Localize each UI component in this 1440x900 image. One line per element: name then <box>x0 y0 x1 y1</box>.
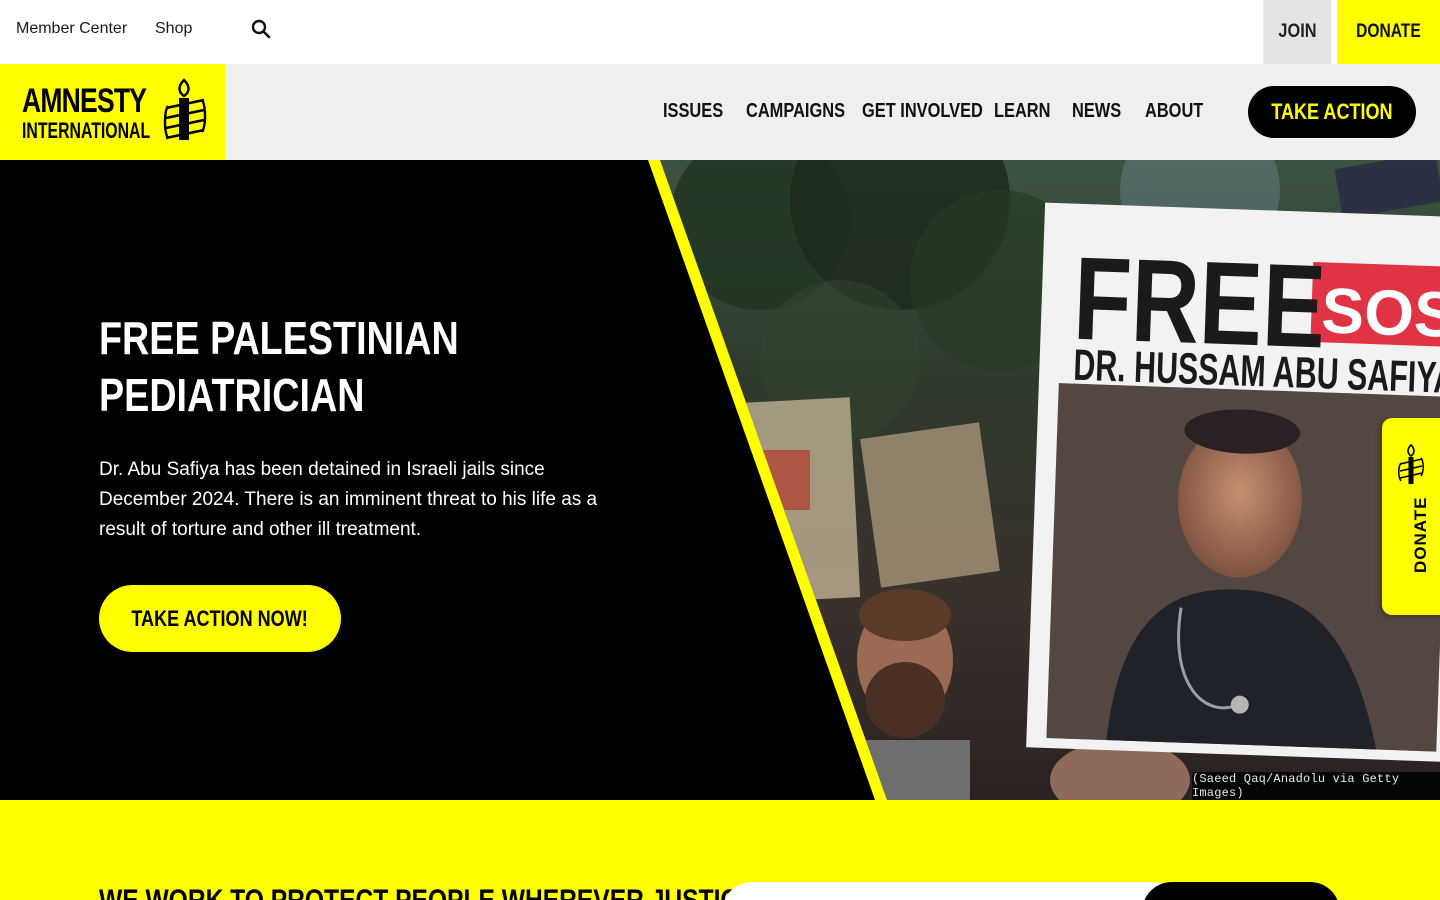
amnesty-logo[interactable]: AMNESTY INTERNATIONAL <box>0 64 225 160</box>
nav-get-involved[interactable]: GET INVOLVED <box>862 100 983 123</box>
photo-credit: (Saeed Qaq/Anadolu via Getty Images) <box>1192 772 1440 800</box>
signup-input[interactable] <box>722 882 1182 900</box>
take-action-now-label: TAKE ACTION NOW! <box>131 605 309 631</box>
floating-donate-tab[interactable]: DONATE <box>1382 418 1440 615</box>
hero-title-line-2: PEDIATRICIAN <box>99 369 365 421</box>
member-center-link[interactable]: Member Center <box>16 20 127 38</box>
nav-news[interactable]: NEWS <box>1072 100 1121 123</box>
hero-section: FREE SOS DR. HUSSAM ABU SAFIYA FREE PALE… <box>0 160 1440 800</box>
mission-heading: WE WORK TO PROTECT PEOPLE WHEREVER JUSTI… <box>99 884 755 900</box>
hero-title: FREE PALESTINIAN PEDIATRICIAN <box>99 310 558 424</box>
join-label: JOIN <box>1278 21 1317 42</box>
main-header: AMNESTY INTERNATIONAL ISSUES CAMPAIGNS G… <box>0 64 1440 160</box>
take-action-label: TAKE ACTION <box>1271 99 1393 124</box>
signup-button[interactable] <box>1142 882 1340 900</box>
nav-campaigns[interactable]: CAMPAIGNS <box>746 100 845 123</box>
mission-band: WE WORK TO PROTECT PEOPLE WHEREVER JUSTI… <box>0 800 1440 900</box>
search-icon[interactable] <box>250 18 272 40</box>
nav-learn[interactable]: LEARN <box>994 100 1050 123</box>
donate-button[interactable]: DONATE <box>1337 0 1440 64</box>
join-button[interactable]: JOIN <box>1263 0 1332 64</box>
logo-line-2: INTERNATIONAL <box>22 118 151 143</box>
hero-description: Dr. Abu Safiya has been detained in Isra… <box>99 459 598 540</box>
shop-link[interactable]: Shop <box>155 20 192 38</box>
placard-sos: SOS <box>1320 274 1440 351</box>
hero-title-line-1: FREE PALESTINIAN <box>99 312 459 364</box>
nav-issues[interactable]: ISSUES <box>663 100 723 123</box>
candle-icon <box>1398 444 1424 484</box>
candle-icon <box>163 78 207 140</box>
donate-label: DONATE <box>1356 21 1421 42</box>
logo-line-1: AMNESTY <box>22 82 147 120</box>
donate-tab-label: DONATE <box>1411 496 1430 573</box>
utility-bar: Member Center Shop JOIN DONATE <box>0 0 1440 64</box>
take-action-button[interactable]: TAKE ACTION <box>1248 86 1416 138</box>
nav-about[interactable]: ABOUT <box>1145 100 1203 123</box>
take-action-now-button[interactable]: TAKE ACTION NOW! <box>99 585 341 652</box>
